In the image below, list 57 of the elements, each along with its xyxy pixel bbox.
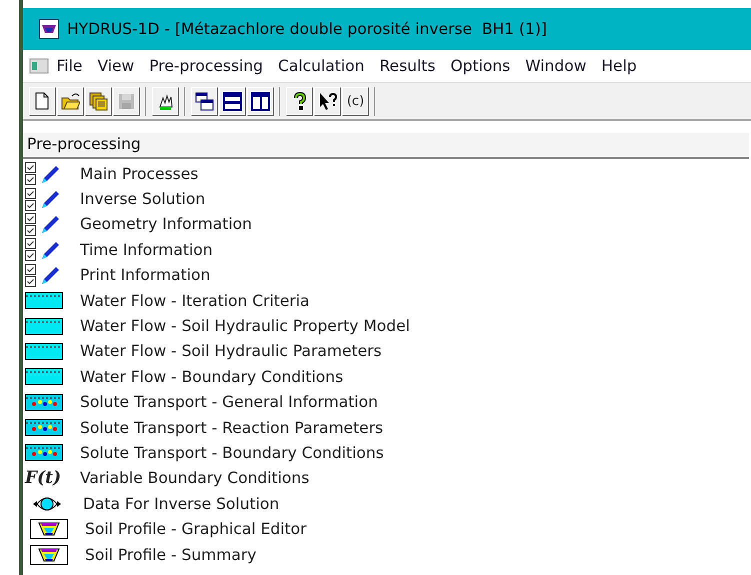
list-item[interactable]: Inverse Solution — [80, 190, 206, 208]
toolbar-button[interactable] — [286, 86, 313, 116]
stacked-files-icon — [89, 92, 108, 110]
toolbar-button[interactable] — [314, 86, 341, 116]
vertical-tiles-icon — [251, 92, 270, 110]
pencil-icon — [39, 213, 61, 236]
water-tank-icon — [25, 318, 63, 335]
menu-item[interactable]: File — [49, 57, 90, 75]
list-item[interactable]: Solute Transport - Boundary Conditions — [80, 444, 384, 462]
toolbar-button[interactable] — [191, 86, 218, 116]
toolbar-button[interactable] — [247, 86, 274, 116]
list-item[interactable]: Water Flow - Boundary Conditions — [80, 368, 344, 386]
menu-item[interactable]: Window — [518, 57, 594, 75]
toolbar-button[interactable] — [85, 86, 112, 116]
water-tank-icon — [25, 368, 63, 386]
toolbar-button[interactable] — [57, 86, 84, 116]
solute-tank-icon — [25, 444, 63, 462]
function-icon: F(t) — [25, 468, 62, 488]
water-tank-icon — [25, 292, 63, 310]
solute-tank-icon — [25, 394, 63, 411]
menu-item[interactable]: View — [90, 57, 142, 75]
menu-item[interactable]: Help — [594, 57, 644, 75]
cascade-windows-icon — [195, 92, 214, 110]
list-item[interactable]: Soil Profile - Summary — [85, 546, 256, 564]
list-item[interactable]: Solute Transport - General Information — [80, 393, 378, 412]
list-item[interactable]: Water Flow - Soil Hydraulic Parameters — [80, 342, 382, 360]
list-item[interactable]: Water Flow - Soil Hydraulic Property Model — [80, 317, 410, 336]
menu-item[interactable]: Calculation — [270, 57, 372, 75]
list-item[interactable]: Data For Inverse Solution — [83, 494, 280, 513]
toolbar-button[interactable] — [152, 86, 179, 116]
document-menu-icon — [29, 57, 49, 75]
app-icon — [39, 19, 59, 39]
folder-icon — [61, 92, 80, 110]
window-title: HYDRUS-1D - [Métazachlore double porosité inverse BH1 (1)] — [67, 20, 547, 38]
menu-item[interactable]: Results — [372, 57, 443, 75]
list-item[interactable]: Print Information — [80, 266, 210, 284]
menu-item[interactable]: Options — [442, 57, 518, 75]
list-item[interactable]: Water Flow - Iteration Criteria — [80, 292, 310, 310]
pointer-question-icon — [318, 92, 337, 110]
pencil-icon — [39, 188, 61, 210]
water-tank-icon — [25, 342, 63, 360]
list-item[interactable]: Geometry Information — [80, 215, 252, 234]
pencil-icon — [39, 264, 61, 286]
panel-header: Pre-processing — [23, 133, 749, 159]
solute-tank-icon — [25, 419, 63, 436]
list-item[interactable]: Solute Transport - Reaction Parameters — [80, 418, 384, 437]
soil-profile-icon — [30, 519, 68, 540]
horizontal-tiles-icon — [223, 92, 242, 110]
list-item[interactable]: Main Processes — [80, 164, 198, 183]
menu-item[interactable]: Pre-processing — [142, 57, 271, 75]
toolbar-button[interactable]: (c) — [342, 86, 369, 116]
list-item[interactable]: Time Information — [80, 240, 213, 259]
list-item[interactable]: Soil Profile - Graphical Editor — [85, 520, 306, 538]
toolbar-button[interactable] — [219, 86, 246, 116]
soil-profile-icon — [30, 544, 68, 565]
list-item[interactable]: Variable Boundary Conditions — [80, 469, 310, 488]
toolbar-button[interactable] — [29, 86, 56, 116]
